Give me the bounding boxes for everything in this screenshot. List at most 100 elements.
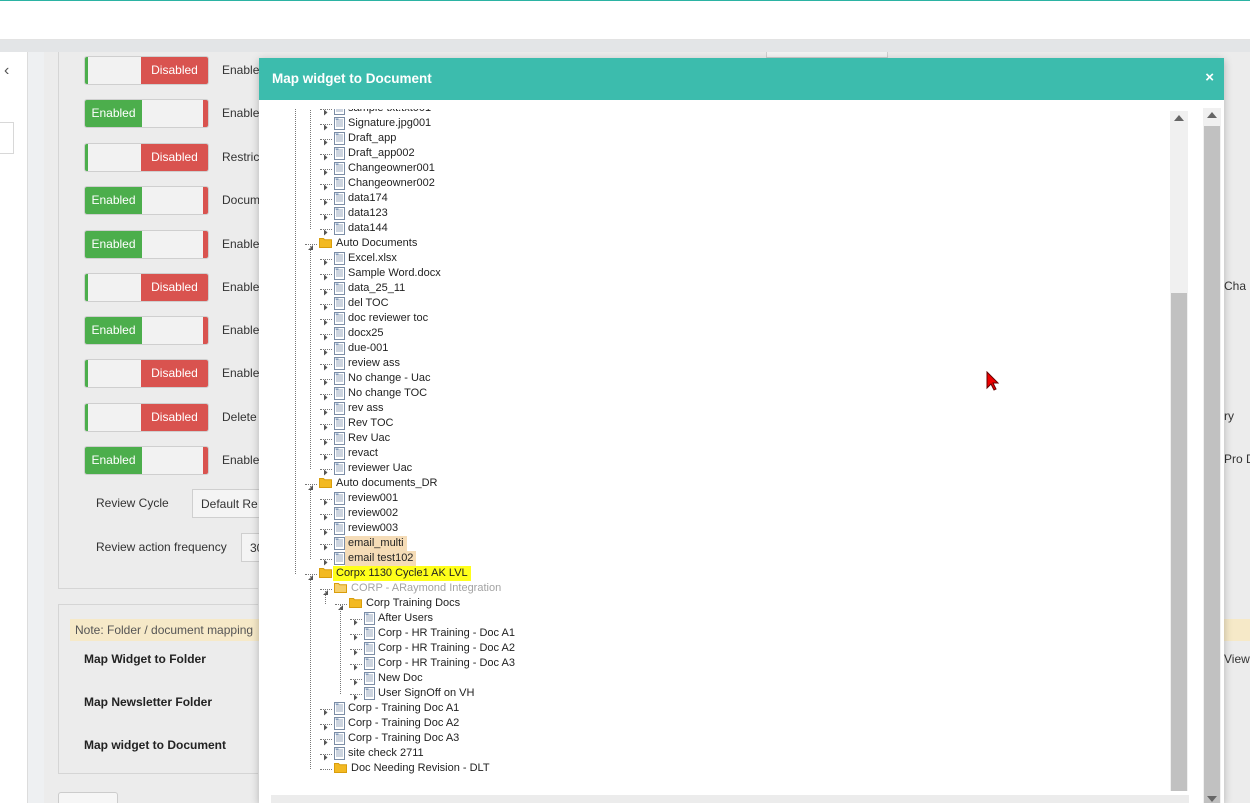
tree-folder[interactable]: Doc Needing Revision - DLT <box>334 761 493 776</box>
tree-node-label[interactable]: Auto Documents <box>333 236 420 251</box>
tree-document[interactable]: doc reviewer toc <box>334 311 431 326</box>
tree-node-label[interactable]: due-001 <box>345 341 391 356</box>
tree-document[interactable]: Changeowner001 <box>334 161 438 176</box>
tree-node-label[interactable]: Draft_app <box>345 131 399 146</box>
tree-node-label[interactable]: review002 <box>345 506 401 521</box>
tree-node-label[interactable]: Changeowner001 <box>345 161 438 176</box>
toggle-switch[interactable]: Disabled <box>84 143 209 172</box>
tree-node-label[interactable]: Doc Needing Revision - DLT <box>348 761 493 776</box>
tree-document[interactable]: Excel.xlsx <box>334 251 400 266</box>
tree-node-label[interactable]: New Doc <box>375 671 426 686</box>
tree-document[interactable]: After Users <box>364 611 436 626</box>
tree-node-label[interactable]: data_25_11 <box>345 281 408 296</box>
tree-node-label[interactable]: Corp - Training Doc A2 <box>345 716 462 731</box>
tree-node-label[interactable]: Changeowner002 <box>345 176 438 191</box>
toggle-switch[interactable]: Enabled <box>84 99 209 128</box>
tree-node-label[interactable]: Rev Uac <box>345 431 393 446</box>
scroll-up-icon[interactable] <box>1174 115 1184 121</box>
tree-document[interactable]: Signature.jpg001 <box>334 116 434 131</box>
tree-document[interactable]: review ass <box>334 356 403 371</box>
tree-node-label[interactable]: Sample Word.docx <box>345 266 444 281</box>
tree-node-label[interactable]: Rev TOC <box>345 416 396 431</box>
tree-document[interactable]: docx25 <box>334 326 386 341</box>
tree-document[interactable]: Corp - Training Doc A2 <box>334 716 462 731</box>
tree-node-label[interactable]: revact <box>345 446 381 461</box>
tree-node-label[interactable]: No change TOC <box>345 386 430 401</box>
tree-node-label[interactable]: email test102 <box>345 551 417 566</box>
tree-document[interactable]: Draft_app <box>334 131 399 146</box>
left-panel-tab[interactable] <box>0 122 14 154</box>
tree-document[interactable]: User SignOff on VH <box>364 686 477 701</box>
tree-document[interactable]: data174 <box>334 191 391 206</box>
tree-document[interactable]: No change - Uac <box>334 371 434 386</box>
tree-node-label[interactable]: doc reviewer toc <box>345 311 431 326</box>
tree-folder[interactable]: CORP - ARaymond Integration <box>334 581 504 596</box>
toggle-switch[interactable]: Disabled <box>84 359 209 388</box>
tree-document[interactable]: review003 <box>334 521 401 536</box>
toggle-switch[interactable]: Enabled <box>84 230 209 259</box>
tree-document[interactable]: Corp - Training Doc A1 <box>334 701 462 716</box>
toggle-switch[interactable]: Enabled <box>84 186 209 215</box>
tree-document[interactable]: Corp - Training Doc A3 <box>334 731 462 746</box>
tree-document[interactable]: reviewer Uac <box>334 461 415 476</box>
tree-folder[interactable]: Auto Documents <box>319 236 420 251</box>
scrollbar-thumb[interactable] <box>1204 126 1220 803</box>
chevron-left-icon[interactable]: ‹ <box>4 62 9 80</box>
toggle-switch[interactable]: Enabled <box>84 446 209 475</box>
tree-document[interactable]: Corp - HR Training - Doc A1 <box>364 626 518 641</box>
tree-node-label[interactable]: sample txt.txt001 <box>345 109 434 116</box>
tree-node-label[interactable]: review ass <box>345 356 403 371</box>
tree-node-label[interactable]: CORP - ARaymond Integration <box>348 581 504 596</box>
tree-document[interactable]: No change TOC <box>334 386 430 401</box>
tree-document[interactable]: Corp - HR Training - Doc A2 <box>364 641 518 656</box>
tree-folder[interactable]: Auto documents_DR <box>319 476 441 491</box>
tree-node-label[interactable]: reviewer Uac <box>345 461 415 476</box>
bottom-button[interactable] <box>58 792 118 803</box>
tree-document[interactable]: review001 <box>334 491 401 506</box>
tree-node-label[interactable]: Corp - Training Doc A3 <box>345 731 462 746</box>
scroll-up-icon[interactable] <box>1207 112 1217 118</box>
scrollbar-thumb[interactable] <box>1171 293 1187 791</box>
toggle-switch[interactable]: Disabled <box>84 403 209 432</box>
tree-node-label[interactable]: data123 <box>345 206 391 221</box>
tree-node-label[interactable]: Auto documents_DR <box>333 476 441 491</box>
tree-scrollbar[interactable] <box>1170 111 1188 791</box>
toggle-switch[interactable]: Disabled <box>84 273 209 302</box>
tree-folder[interactable]: Corpx 1130 Cycle1 AK LVL <box>319 566 471 581</box>
tree-document[interactable]: rev ass <box>334 401 386 416</box>
tree-node-label[interactable]: After Users <box>375 611 436 626</box>
tree-document[interactable]: due-001 <box>334 341 391 356</box>
tree-document[interactable]: Rev Uac <box>334 431 393 446</box>
tree-node-label[interactable]: del TOC <box>345 296 392 311</box>
tree-document[interactable]: email_multi <box>334 536 407 551</box>
tree-document[interactable]: Corp - HR Training - Doc A3 <box>364 656 518 671</box>
tree-folder[interactable]: Corp Training Docs <box>349 596 463 611</box>
tree-node-label[interactable]: data174 <box>345 191 391 206</box>
tree-node-label[interactable]: Corp - HR Training - Doc A3 <box>375 656 518 671</box>
tree-document[interactable]: del TOC <box>334 296 392 311</box>
tree-node-label[interactable]: data144 <box>345 221 391 236</box>
tree-document[interactable]: Draft_app002 <box>334 146 418 161</box>
tree-document[interactable]: Changeowner002 <box>334 176 438 191</box>
scroll-down-icon[interactable] <box>1207 796 1217 802</box>
tree-document[interactable]: sample txt.txt001 <box>334 109 434 116</box>
tree-node-label[interactable]: User SignOff on VH <box>375 686 477 701</box>
tree-node-label[interactable]: Draft_app002 <box>345 146 418 161</box>
tree-document[interactable]: revact <box>334 446 381 461</box>
tree-node-label[interactable]: Corp - HR Training - Doc A2 <box>375 641 518 656</box>
toggle-switch[interactable]: Enabled <box>84 316 209 345</box>
tree-node-label[interactable]: Corp - HR Training - Doc A1 <box>375 626 518 641</box>
horizontal-scrollbar[interactable] <box>271 795 1189 803</box>
tree-node-label[interactable]: email_multi <box>345 536 407 551</box>
tree-node-label[interactable]: site check 2711 <box>345 746 427 761</box>
tree-document[interactable]: Sample Word.docx <box>334 266 444 281</box>
tree-document[interactable]: review002 <box>334 506 401 521</box>
tree-document[interactable]: New Doc <box>364 671 426 686</box>
tree-node-label[interactable]: Corp - Training Doc A1 <box>345 701 462 716</box>
tree-document[interactable]: site check 2711 <box>334 746 427 761</box>
tree-node-label[interactable]: rev ass <box>345 401 386 416</box>
tree-document[interactable]: data123 <box>334 206 391 221</box>
tree-document[interactable]: data_25_11 <box>334 281 408 296</box>
toggle-switch[interactable]: Disabled <box>84 56 209 85</box>
tree-node-label[interactable]: Excel.xlsx <box>345 251 400 266</box>
